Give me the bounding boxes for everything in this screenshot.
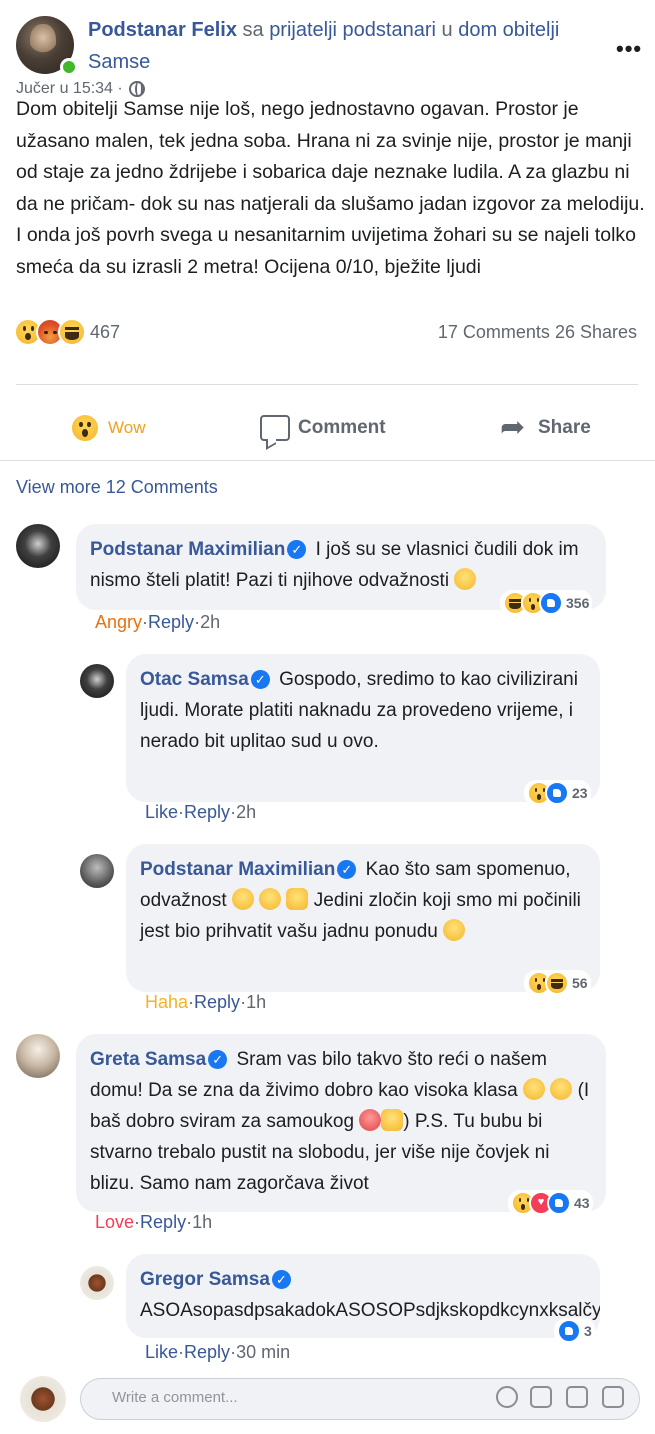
reaction-link[interactable]: Like xyxy=(145,802,178,822)
sticker-icon[interactable] xyxy=(602,1386,624,1408)
verified-icon: ✓ xyxy=(208,1050,228,1069)
reaction-link[interactable]: Like xyxy=(145,1342,178,1362)
reaction-count: 356 xyxy=(566,595,590,611)
emoji-picker-icon[interactable] xyxy=(496,1386,518,1408)
reply-link[interactable]: Reply xyxy=(184,1342,230,1362)
reaction-link[interactable]: Love xyxy=(95,1212,134,1232)
comment-text: ASOAsopasdpsakadokASOSOPsdjkskopdkcynxks… xyxy=(140,1300,600,1321)
wow-label: Wow xyxy=(108,418,146,437)
like-reaction-icon xyxy=(557,1319,581,1343)
comment-meta: Like·Reply·30 min xyxy=(145,1342,290,1363)
in-text: u xyxy=(441,19,453,41)
verified-icon: ✓ xyxy=(337,860,357,879)
current-user-avatar[interactable] xyxy=(20,1376,66,1422)
reply-link[interactable]: Reply xyxy=(184,802,230,822)
verified-icon: ✓ xyxy=(250,670,270,689)
commenter-avatar[interactable] xyxy=(16,1034,60,1078)
reaction-count: 23 xyxy=(572,785,588,801)
view-more-comments-link[interactable]: View more 12 Comments xyxy=(16,477,218,498)
comment-time: 30 min xyxy=(236,1342,291,1362)
with-text: sa xyxy=(242,19,264,41)
comment-time: 2h xyxy=(236,802,257,822)
reply-link[interactable]: Reply xyxy=(148,612,194,632)
comment-reactions[interactable]: 356 xyxy=(500,590,593,616)
comment-meta: Angry·Reply·2h xyxy=(95,612,220,633)
share-label: Share xyxy=(538,417,591,438)
comments-count[interactable]: 17 Comments xyxy=(438,322,550,342)
reaction-count: 3 xyxy=(584,1323,592,1339)
comments-shares-summary: 17 Comments 26 Shares xyxy=(0,322,637,343)
steam-face-emoji-icon xyxy=(550,1078,573,1100)
commenter-avatar[interactable] xyxy=(80,664,114,698)
commenter-name[interactable]: Podstanar Maximilian xyxy=(140,859,335,880)
commenter-avatar[interactable] xyxy=(80,1266,114,1300)
verified-icon: ✓ xyxy=(287,540,307,559)
comment-meta: Love·Reply·1h xyxy=(95,1212,212,1233)
comment-reactions[interactable]: 43 xyxy=(508,1190,593,1216)
flushed-emoji-icon xyxy=(454,568,477,590)
eye-roll-emoji-icon xyxy=(259,888,282,910)
comment-reactions[interactable]: 3 xyxy=(554,1318,595,1344)
share-icon xyxy=(500,410,530,445)
wow-button[interactable]: Wow xyxy=(70,408,145,448)
divider xyxy=(0,460,655,461)
like-reaction-icon xyxy=(547,1191,571,1215)
comment-time: 1h xyxy=(192,1212,213,1232)
reaction-link[interactable]: Angry xyxy=(95,612,142,632)
commenter-name[interactable]: Greta Samsa xyxy=(90,1049,206,1070)
post-body: Dom obitelji Samse nije loš, nego jednos… xyxy=(16,98,645,278)
comment-icon xyxy=(260,415,290,441)
reply-link[interactable]: Reply xyxy=(194,992,240,1012)
like-reaction-icon xyxy=(539,591,563,615)
ok-hand-emoji-icon xyxy=(286,888,309,910)
wow-icon xyxy=(70,413,100,443)
reaction-count: 56 xyxy=(572,975,588,991)
comment-bubble: Otac Samsa ✓ Gospodo, sredimo to kao civi… xyxy=(126,654,600,802)
post-header: Podstanar Felix sa prijatelji podstanari… xyxy=(88,14,598,78)
comment-label: Comment xyxy=(298,417,386,438)
comment-meta: Haha·Reply·1h xyxy=(145,992,266,1013)
camera-icon[interactable] xyxy=(530,1386,552,1408)
commenter-name[interactable]: Gregor Samsa xyxy=(140,1269,270,1290)
gif-icon[interactable] xyxy=(566,1386,588,1408)
comment-reactions[interactable]: 56 xyxy=(524,970,591,996)
comment-time: 1h xyxy=(246,992,267,1012)
verified-icon: ✓ xyxy=(271,1270,291,1289)
commenter-name[interactable]: Podstanar Maximilian xyxy=(90,539,285,560)
author-name[interactable]: Podstanar Felix xyxy=(88,19,237,41)
share-button[interactable]: Share xyxy=(500,408,591,448)
kiss-face-emoji-icon xyxy=(359,1109,382,1131)
haha-reaction-icon xyxy=(545,971,569,995)
more-options-icon[interactable]: ••• xyxy=(616,36,642,62)
comment-reactions[interactable]: 23 xyxy=(524,780,591,806)
divider xyxy=(16,384,638,385)
like-reaction-icon xyxy=(545,781,569,805)
commenter-avatar[interactable] xyxy=(80,854,114,888)
comment-bubble: Gregor Samsa ✓ ASOAsopasdpsakadokASOSOPsd… xyxy=(126,1254,600,1338)
comment-time: 2h xyxy=(200,612,221,632)
comment-button[interactable]: Comment xyxy=(260,408,386,448)
reaction-count: 43 xyxy=(574,1195,590,1211)
comment-bubble: Podstanar Maximilian ✓ Kao što sam spomen… xyxy=(126,844,600,992)
reaction-link[interactable]: Haha xyxy=(145,992,188,1012)
raising-hands-emoji-icon xyxy=(443,919,466,941)
eye-roll-emoji-icon xyxy=(231,888,254,910)
comment-meta: Like·Reply·2h xyxy=(145,802,256,823)
thumbs-up-emoji-icon xyxy=(381,1109,404,1131)
write-comment-placeholder: Write a comment... xyxy=(112,1389,238,1406)
comment-bubble: Greta Samsa ✓ Sram vas bilo takvo što reć… xyxy=(76,1034,606,1212)
shares-count[interactable]: 26 Shares xyxy=(555,322,637,342)
commenter-avatar[interactable] xyxy=(16,524,60,568)
reply-link[interactable]: Reply xyxy=(140,1212,186,1232)
group-link[interactable]: prijatelji podstanari xyxy=(269,19,436,41)
online-status-dot xyxy=(60,58,78,76)
steam-face-emoji-icon xyxy=(523,1078,545,1100)
commenter-name[interactable]: Otac Samsa xyxy=(140,669,249,690)
